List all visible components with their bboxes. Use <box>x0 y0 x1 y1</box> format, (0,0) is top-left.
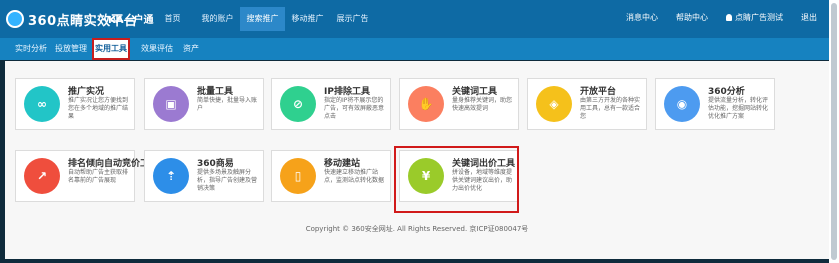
subnav-campaign-management[interactable]: 投放管理 <box>50 38 92 60</box>
user-name: 点睛广告测试 <box>735 13 783 22</box>
cube-icon: ◈ <box>536 86 572 122</box>
tool-card-360-shangyi[interactable]: ⇡ 360商易 提供多场景及触屏分析，指导广告创建及营销决策 <box>144 150 264 202</box>
tool-desc: 简单快捷，批量导入账户 <box>197 97 258 112</box>
tool-title: 关键词工具 <box>452 87 498 97</box>
tool-card-360-analysis[interactable]: ◉ 360分析 提供流量分析，转化评估功能，挖掘网站转化优化推广方案 <box>655 78 775 130</box>
subnav-effect-evaluation[interactable]: 效果评估 <box>136 38 178 60</box>
logout-link[interactable]: 退出 <box>801 12 817 23</box>
tool-title: 360分析 <box>708 87 745 97</box>
tool-desc: 由第三方开发的各种实用工具，总有一款适合您 <box>580 97 641 120</box>
vertical-scrollbar[interactable] <box>829 0 839 263</box>
tool-title: 移动建站 <box>324 159 361 169</box>
account-name: KA—户通 <box>108 15 154 26</box>
binoculars-icon: ∞ <box>24 86 60 122</box>
logo-icon <box>6 10 24 28</box>
chart-rising-icon: ↗ <box>24 158 60 194</box>
mobile-icon: ▯ <box>280 158 316 194</box>
top-header: 360点睛实效平台 KA—户通 首页 我的账户 搜索推广 移动推广 展示广告 消… <box>0 0 829 38</box>
tool-title: 开放平台 <box>580 87 617 97</box>
analysis-icon: ◉ <box>664 86 700 122</box>
subnav-realtime-analysis[interactable]: 实时分析 <box>10 38 52 60</box>
ip-block-icon: ⊘ <box>280 86 316 122</box>
subnav-assets[interactable]: 资产 <box>180 38 202 60</box>
tool-desc: 量身推荐关键词，助您快速高效提词 <box>452 97 513 112</box>
footer-copyright: Copyright © 360安全网址. All Rights Reserved… <box>305 225 529 233</box>
tool-desc: 提供多场景及触屏分析，指导广告创建及营销决策 <box>197 169 258 192</box>
subnav-practical-tools[interactable]: 实用工具 <box>92 38 130 60</box>
tool-title: IP排除工具 <box>324 87 370 97</box>
tool-desc: 指定的IP将不展示您的广告，可有效屏蔽恶意点击 <box>324 97 385 120</box>
sub-navigation: 实时分析 投放管理 实用工具 效果评估 资产 <box>0 38 829 60</box>
hand-keyword-icon: ✋ <box>408 86 444 122</box>
scroll-thumb[interactable] <box>831 3 837 260</box>
tool-card-batch-tools[interactable]: ▣ 批量工具 简单快捷，批量导入账户 <box>144 78 264 130</box>
highlight-frame <box>394 146 519 213</box>
box-upload-icon: ▣ <box>153 86 189 122</box>
user-menu[interactable]: 点睛广告测试 <box>726 12 783 23</box>
tool-title: 批量工具 <box>197 87 234 97</box>
tool-card-mobile-site[interactable]: ▯ 移动建站 快速建立移动推广站点，监测站点转化数据 <box>271 150 391 202</box>
nav-tab-home[interactable]: 首页 <box>150 7 195 31</box>
tool-card-open-platform[interactable]: ◈ 开放平台 由第三方开发的各种实用工具，总有一款适合您 <box>527 78 647 130</box>
nav-tab-my-account[interactable]: 我的账户 <box>195 7 240 31</box>
tool-card-ip-exclusion[interactable]: ⊘ IP排除工具 指定的IP将不展示您的广告，可有效屏蔽恶意点击 <box>271 78 391 130</box>
nav-tab-mobile-promotion[interactable]: 移动推广 <box>285 7 330 31</box>
help-center-link[interactable]: 帮助中心 <box>676 12 708 23</box>
tool-card-auto-bidding[interactable]: ↗ 排名倾向自动竞价工具 自动帮助广告主获取排名靠前的广告展现 <box>15 150 158 202</box>
main-nav: 首页 我的账户 搜索推广 移动推广 展示广告 <box>150 7 375 31</box>
tool-desc: 快速建立移动推广站点，监测站点转化数据 <box>324 169 385 184</box>
top-right-links: 消息中心 帮助中心 点睛广告测试 退出 <box>626 12 817 23</box>
user-icon <box>726 14 732 21</box>
tool-title: 推广实况 <box>68 87 105 97</box>
tool-card-ad-preview[interactable]: ∞ 推广实况 推广实况让您方便找到您在多个地域的推广结果 <box>15 78 135 130</box>
message-center-link[interactable]: 消息中心 <box>626 12 658 23</box>
tool-desc: 提供流量分析，转化评估功能，挖掘网站转化优化推广方案 <box>708 97 769 120</box>
trend-icon: ⇡ <box>153 158 189 194</box>
tool-desc: 自动帮助广告主获取排名靠前的广告展现 <box>68 169 129 184</box>
nav-tab-search-promotion[interactable]: 搜索推广 <box>240 7 285 31</box>
tool-desc: 推广实况让您方便找到您在多个地域的推广结果 <box>68 97 129 120</box>
tool-title: 360商易 <box>197 159 234 169</box>
nav-tab-display-ads[interactable]: 展示广告 <box>330 7 375 31</box>
tool-card-keyword-tool[interactable]: ✋ 关键词工具 量身推荐关键词，助您快速高效提词 <box>399 78 519 130</box>
